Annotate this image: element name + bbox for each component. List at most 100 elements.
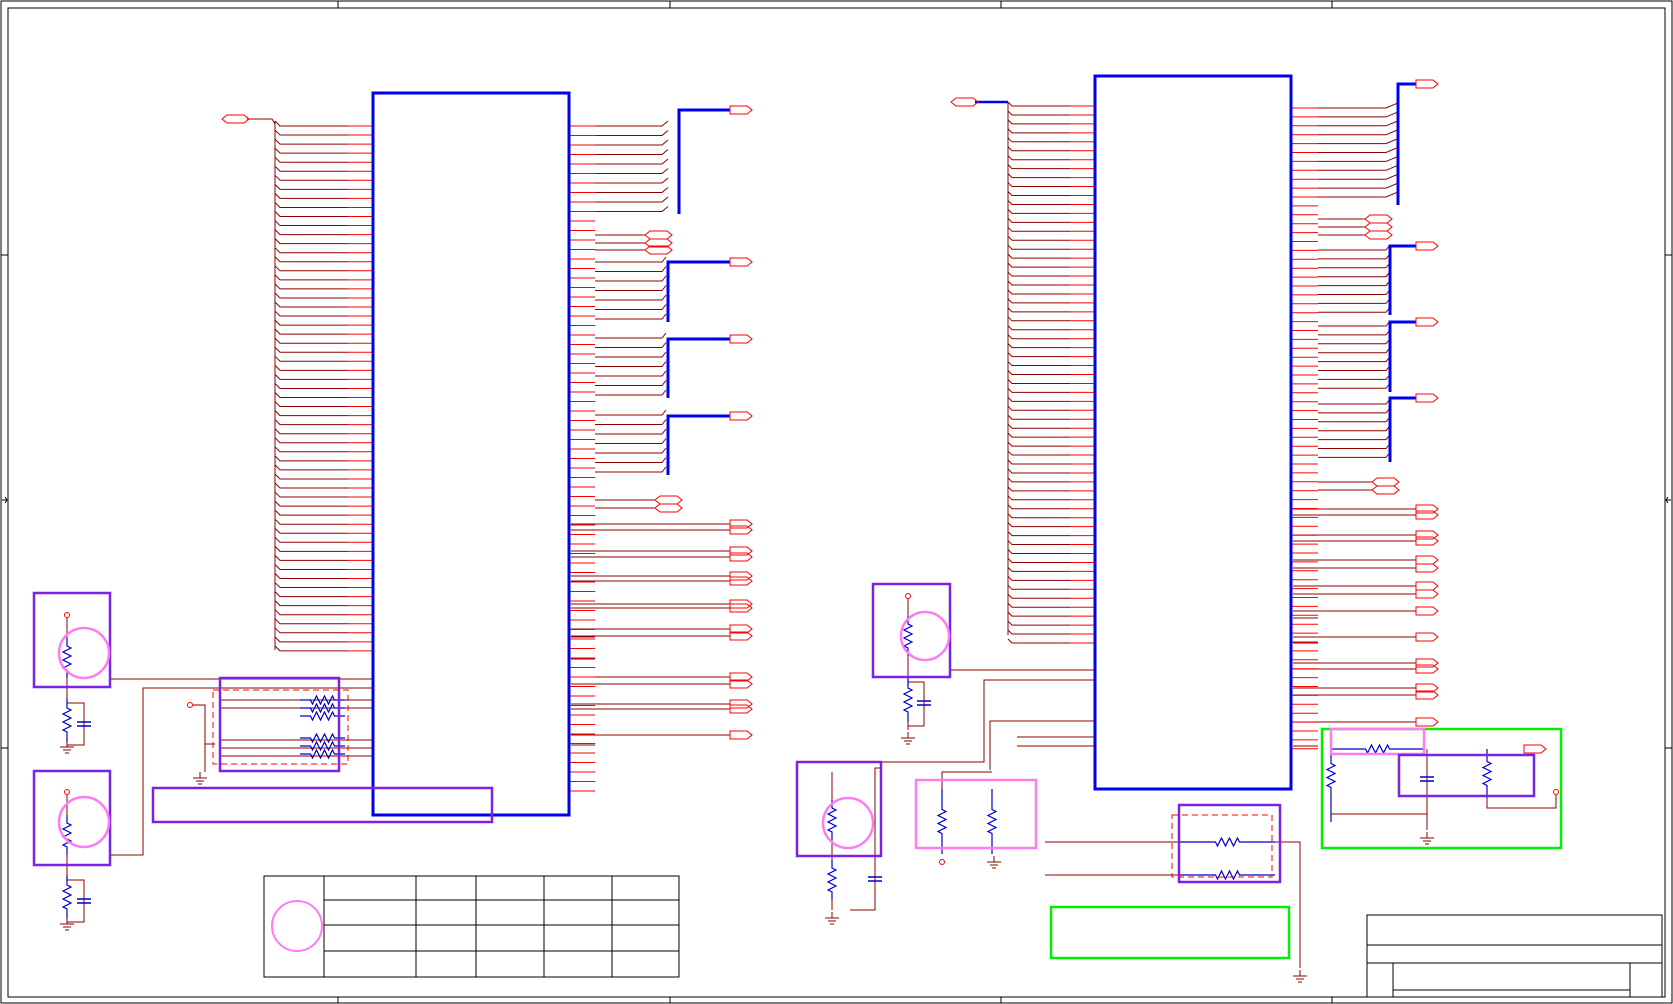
right-ic-left-wire <box>1007 486 1070 492</box>
right-ic-left-wire <box>1007 414 1070 420</box>
left-bus-wire <box>595 275 667 282</box>
left-ic-left-wire <box>274 301 348 308</box>
right-bus-wire <box>1318 262 1391 269</box>
left-bus-wire <box>595 294 667 301</box>
right-ic-left-wire <box>1007 513 1070 519</box>
left-ic-left-wire <box>274 383 348 389</box>
sensor-circles <box>57 610 951 850</box>
right-ic-left-wire <box>1007 396 1070 402</box>
right-input-port <box>950 97 979 107</box>
right-ic-left-wire <box>1007 495 1070 501</box>
left-ic-left-wire <box>274 582 348 589</box>
right-ic-left-wire <box>1007 423 1070 429</box>
left-bus-wire <box>595 130 669 136</box>
bottom-resistor <box>1180 869 1275 881</box>
right-ic-left-wire <box>1007 191 1070 196</box>
left-ic-left-wire <box>274 491 348 498</box>
right-bus-wire <box>1318 182 1399 189</box>
right-bus-port <box>1415 241 1439 251</box>
left-ic-left-wire <box>274 428 348 435</box>
left-ic-left-wire <box>274 211 348 217</box>
filter-series-resistor <box>1331 743 1424 755</box>
right-misc-port <box>1364 222 1393 232</box>
left-ic-left-wire <box>274 256 348 263</box>
right-signal-port <box>1415 632 1439 642</box>
left-ic-left-wire <box>274 401 348 408</box>
right-bus-wire <box>1318 138 1399 145</box>
left-bus-wire <box>595 266 667 272</box>
right-ic-left-wire <box>1007 164 1070 170</box>
left-ic-body <box>371 91 571 817</box>
power-symbol <box>905 593 911 599</box>
right-bus-wire <box>1318 320 1391 327</box>
right-signal-port <box>1415 581 1439 591</box>
left-bus-wire <box>595 342 667 348</box>
left-bus-wire <box>595 466 667 473</box>
right-bus-port <box>1415 317 1439 327</box>
right-bus-wire <box>1318 425 1391 432</box>
left-misc-port <box>644 230 673 240</box>
right-output-bus <box>1388 244 1416 315</box>
right-signal-port <box>1415 563 1439 573</box>
left-ic-left-wire <box>274 156 348 163</box>
left-ic-left-wire <box>274 564 348 570</box>
right-bus-wire <box>1318 271 1391 278</box>
bias-resistor <box>902 678 914 722</box>
right-ic-left-wire <box>1007 450 1070 456</box>
left-bus-wire <box>595 304 667 310</box>
right-ic-left-wire <box>1007 361 1070 367</box>
right-bus-wire <box>1318 443 1391 449</box>
left-note-box <box>151 786 494 824</box>
right-ic-left-wire <box>1007 352 1070 358</box>
right-ic-left-wire <box>1007 307 1070 313</box>
right-ic-left-wire <box>1007 217 1070 223</box>
right-ic-left-wire <box>1007 379 1070 384</box>
right-bus-wire <box>1318 382 1391 389</box>
array-wire <box>193 704 215 745</box>
right-misc-port <box>1364 230 1393 240</box>
right-ic-left-wire <box>1007 620 1070 626</box>
right-ic-left-wire <box>1007 244 1070 250</box>
right-ic-left-wire <box>1007 226 1070 232</box>
right-ic-left-wire <box>1007 182 1070 188</box>
middle-sensor-box <box>871 582 952 679</box>
left-bus-wire <box>595 313 667 320</box>
right-misc-port <box>1371 477 1400 487</box>
schematic-sheet <box>0 0 1673 1004</box>
right-ic-left-wire <box>1007 388 1070 393</box>
left-ic-left-wire <box>274 573 348 579</box>
right-bus-wire <box>1318 244 1391 251</box>
left-bus-wire <box>595 187 669 193</box>
right-ic-left-wire <box>1007 477 1070 483</box>
left-ic-left-wire <box>274 509 348 516</box>
left-ic-left-wire <box>274 600 348 607</box>
sensor-resistor <box>61 815 73 855</box>
right-ic-left-wire <box>1007 504 1070 510</box>
left-ic-left-wire <box>274 627 348 634</box>
left-ic-left-wire <box>274 392 348 398</box>
right-ic-left-wire <box>1007 522 1070 528</box>
left-bus-wire <box>595 120 669 127</box>
left-ic-left-wire <box>274 310 348 317</box>
right-bus-wire <box>1318 298 1391 304</box>
right-ic-left-wire <box>1007 119 1070 125</box>
left-ic-left-wire <box>274 220 348 227</box>
right-ic-left-wire <box>1007 155 1070 161</box>
right-ic-left-wire <box>1007 289 1070 295</box>
right-ic-left-wire <box>1007 575 1070 581</box>
right-signal-port <box>1415 717 1439 727</box>
left-ic-left-wire <box>274 238 348 245</box>
left-ic-left-wire <box>274 536 348 543</box>
bus-layer <box>666 82 1416 635</box>
left-misc-port <box>654 495 683 505</box>
right-bus-wire <box>1318 306 1391 313</box>
green-filter-box <box>1320 727 1563 850</box>
right-ic-left-wire <box>1007 370 1070 375</box>
left-ic-left-wire <box>274 265 348 272</box>
filter-inner-purple <box>1397 753 1536 798</box>
left-ic-left-wire <box>274 437 348 444</box>
left-ic-left-wire <box>274 419 348 426</box>
bottom-resistor <box>1180 836 1275 848</box>
bias-resistor <box>61 698 73 742</box>
right-output-bus <box>1388 320 1416 392</box>
